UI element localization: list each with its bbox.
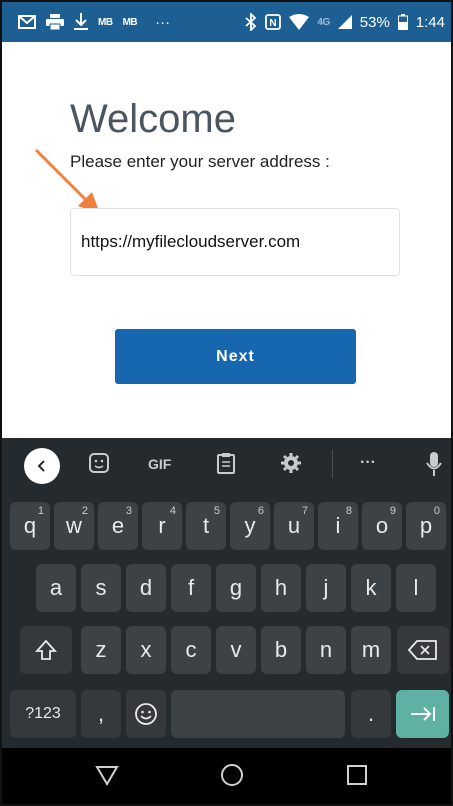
sticker-icon xyxy=(89,453,109,473)
key-p[interactable]: p0 xyxy=(406,502,446,550)
comma-key[interactable]: , xyxy=(81,690,121,738)
key-d[interactable]: d xyxy=(126,564,166,612)
symbols-key[interactable]: ?123 xyxy=(10,690,76,738)
key-n[interactable]: n xyxy=(306,626,346,674)
battery-percent: 53% xyxy=(359,13,390,31)
network-type-label: 4G xyxy=(317,16,330,28)
app-frame: MB MB ··· N 4G 53% 1:44 Welcome Please e… xyxy=(0,0,453,806)
key-k[interactable]: k xyxy=(351,564,391,612)
clipboard-icon xyxy=(217,453,235,474)
home-circle-icon xyxy=(221,764,243,786)
key-u[interactable]: u7 xyxy=(274,502,314,550)
system-navigation-bar xyxy=(2,748,451,804)
notification-icon-2: MB xyxy=(122,16,138,28)
key-a[interactable]: a xyxy=(36,564,76,612)
recents-square-icon xyxy=(347,765,367,785)
key-h[interactable]: h xyxy=(261,564,301,612)
emoji-icon xyxy=(135,703,157,725)
toolbar-divider xyxy=(332,450,333,478)
key-z[interactable]: z xyxy=(81,626,121,674)
page-title: Welcome xyxy=(70,97,236,141)
clock: 1:44 xyxy=(415,13,445,31)
key-g[interactable]: g xyxy=(216,564,256,612)
server-address-input[interactable]: https://myfilecloudserver.com xyxy=(70,208,400,276)
soft-keyboard: GIF ··· q1 w2 e3 r4 t5 y6 u7 i8 o9 p0 a … xyxy=(2,438,451,748)
chevron-left-icon xyxy=(37,460,45,472)
key-j[interactable]: j xyxy=(306,564,346,612)
space-key[interactable] xyxy=(171,690,345,738)
voice-input-button[interactable] xyxy=(426,452,442,476)
gif-button[interactable]: GIF xyxy=(148,456,171,472)
shift-icon xyxy=(35,639,57,660)
key-e[interactable]: e3 xyxy=(98,502,138,550)
gmail-icon xyxy=(18,15,36,29)
bluetooth-icon xyxy=(245,13,257,31)
key-l[interactable]: l xyxy=(396,564,436,612)
back-button[interactable] xyxy=(94,762,120,793)
backspace-icon xyxy=(408,640,437,660)
key-s[interactable]: s xyxy=(81,564,121,612)
battery-icon xyxy=(397,14,408,30)
printer-icon xyxy=(46,14,64,30)
key-w[interactable]: w2 xyxy=(54,502,94,550)
sticker-button[interactable] xyxy=(88,452,110,474)
more-options-button[interactable]: ··· xyxy=(360,454,376,472)
key-t[interactable]: t5 xyxy=(186,502,226,550)
back-triangle-icon xyxy=(95,766,119,786)
login-screen: Welcome Please enter your server address… xyxy=(2,42,451,438)
download-icon xyxy=(74,13,88,31)
collapse-toolbar-button[interactable] xyxy=(24,448,60,484)
home-button[interactable] xyxy=(219,762,245,793)
gear-icon xyxy=(281,453,301,473)
nfc-icon: N xyxy=(265,14,282,30)
key-b[interactable]: b xyxy=(261,626,301,674)
status-bar: MB MB ··· N 4G 53% 1:44 xyxy=(2,2,451,42)
signal-icon xyxy=(337,15,352,29)
key-v[interactable]: v xyxy=(216,626,256,674)
keyboard-settings-button[interactable] xyxy=(280,452,302,474)
backspace-key[interactable] xyxy=(397,626,449,674)
key-f[interactable]: f xyxy=(171,564,211,612)
tab-arrow-icon xyxy=(410,707,435,721)
clipboard-button[interactable] xyxy=(216,452,236,474)
server-address-value: https://myfilecloudserver.com xyxy=(81,232,301,251)
wifi-icon xyxy=(289,14,310,30)
emoji-key[interactable] xyxy=(126,690,166,738)
microphone-icon xyxy=(426,452,442,476)
svg-text:N: N xyxy=(270,18,277,29)
key-q[interactable]: q1 xyxy=(10,502,50,550)
notification-icon-1: MB xyxy=(98,16,113,28)
key-x[interactable]: x xyxy=(126,626,166,674)
keyboard-toolbar: GIF ··· xyxy=(2,438,451,492)
key-m[interactable]: m xyxy=(351,626,391,674)
next-button[interactable]: Next xyxy=(115,329,356,384)
period-key[interactable]: . xyxy=(351,690,391,738)
key-c[interactable]: c xyxy=(171,626,211,674)
more-notifications-indicator: ··· xyxy=(155,13,171,31)
enter-next-key[interactable] xyxy=(396,690,449,738)
server-address-prompt: Please enter your server address : xyxy=(70,152,330,171)
key-i[interactable]: i8 xyxy=(318,502,358,550)
key-y[interactable]: y6 xyxy=(230,502,270,550)
key-r[interactable]: r4 xyxy=(142,502,182,550)
recent-apps-button[interactable] xyxy=(344,762,370,793)
key-o[interactable]: o9 xyxy=(362,502,402,550)
shift-key[interactable] xyxy=(20,626,72,674)
